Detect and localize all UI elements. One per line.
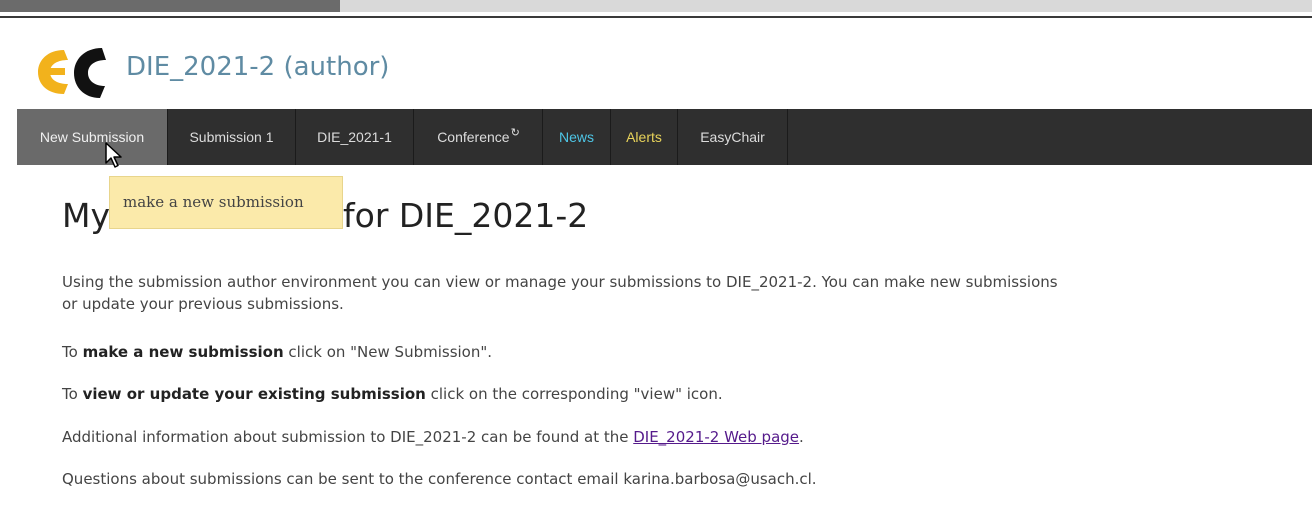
menu-submission-1[interactable]: Submission 1	[168, 109, 296, 165]
menu-tooltip: make a new submission	[109, 176, 343, 229]
menu-label: Alerts	[626, 129, 662, 145]
instruction-text: To	[62, 385, 83, 403]
intro-line: or update your previous submissions.	[62, 295, 344, 313]
additional-info: Additional information about submission …	[62, 426, 804, 448]
menu-conference[interactable]: Conference↻	[414, 109, 543, 165]
instruction-text: click on "New Submission".	[283, 343, 493, 361]
intro-paragraph: Using the submission author environment …	[62, 271, 1058, 315]
view-submission-instruction: To view or update your existing submissi…	[62, 383, 723, 405]
page-title-end: for DIE_2021-2	[343, 196, 589, 235]
mouse-pointer-icon	[105, 142, 122, 168]
menu-new-submission[interactable]: New Submission	[17, 109, 168, 165]
new-submission-instruction: To make a new submission click on "New S…	[62, 341, 492, 363]
instruction-bold: view or update your existing submission	[82, 385, 426, 403]
menu-die-2021-1[interactable]: DIE_2021-1	[296, 109, 414, 165]
instruction-text: click on the corresponding "view" icon.	[425, 385, 723, 403]
main-menu-bar: New Submission Submission 1 DIE_2021-1 C…	[17, 109, 1312, 165]
menu-alerts[interactable]: Alerts	[611, 109, 678, 165]
browser-tab-bar	[340, 0, 1312, 12]
instruction-text: To	[62, 343, 83, 361]
info-text: Additional information about submission …	[62, 428, 634, 446]
conference-web-page-link[interactable]: DIE_2021-2 Web page	[633, 428, 799, 446]
browser-top-strip	[0, 0, 1312, 18]
menu-label: Submission 1	[189, 129, 274, 145]
menu-label: Conference	[437, 129, 510, 145]
instruction-bold: make a new submission	[82, 343, 284, 361]
menu-label: New Submission	[39, 129, 145, 145]
intro-line: Using the submission author environment …	[62, 273, 1058, 291]
browser-divider	[0, 16, 1312, 18]
info-text: .	[799, 428, 804, 446]
refresh-icon: ↻	[510, 127, 520, 139]
menu-label: DIE_2021-1	[317, 129, 392, 145]
menu-label: News	[558, 129, 594, 145]
menu-easychair[interactable]: EasyChair	[678, 109, 788, 165]
page-title-start: My	[62, 196, 111, 235]
easychair-logo[interactable]	[34, 44, 114, 100]
app-title: DIE_2021-2 (author)	[126, 52, 390, 82]
menu-label: EasyChair	[700, 129, 765, 145]
browser-tab-active	[0, 0, 340, 12]
contact-info: Questions about submissions can be sent …	[62, 470, 817, 488]
menu-news[interactable]: News	[543, 109, 611, 165]
